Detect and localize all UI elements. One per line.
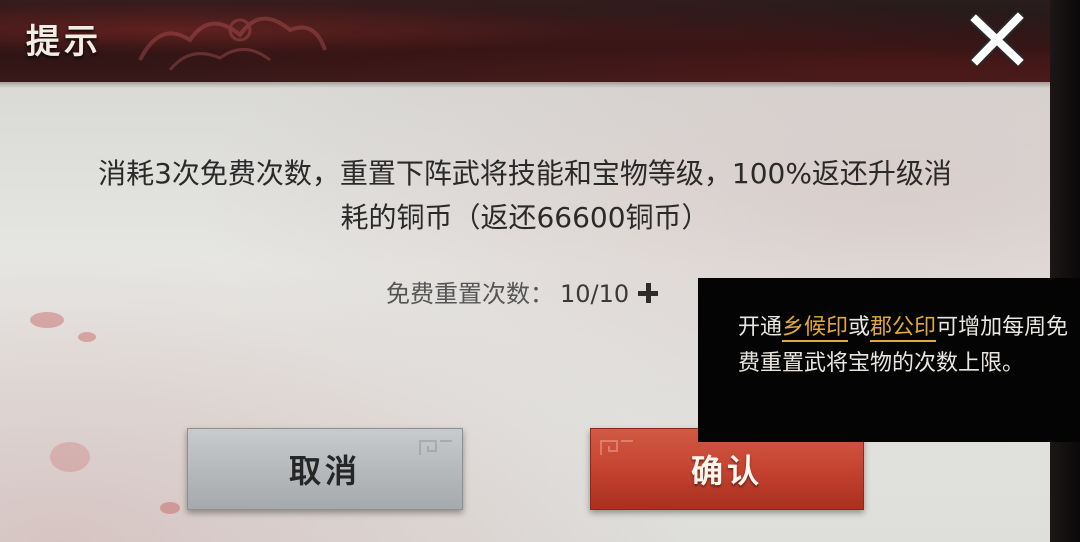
confirm-label: 确认 [690, 452, 763, 490]
privilege-tooltip: 开通乡候印或郡公印可增加每周免费重置武将宝物的次数上限。 [698, 278, 1080, 442]
tooltip-link-jungongyin[interactable]: 郡公印 [870, 315, 937, 342]
tooltip-prefix: 开通 [738, 315, 783, 340]
dialog-header: 提示 [0, 0, 1050, 82]
free-reset-row: 免费重置次数： 10/10 [386, 274, 659, 309]
tooltip-link-xianghouyin[interactable]: 乡候印 [782, 315, 849, 342]
petal-decoration [160, 502, 180, 514]
message-line-1: 消耗3次免费次数，重置下阵武将技能和宝物等级，100%返还升级消 [98, 157, 952, 190]
pattern-icon [600, 440, 633, 455]
message-line-2: 耗的铜币（返还66600铜币） [340, 201, 710, 234]
petal-decoration [30, 312, 64, 328]
plus-icon[interactable] [637, 282, 659, 304]
close-icon [970, 12, 1024, 66]
cancel-button[interactable]: 取消 [187, 428, 463, 510]
message-text: 消耗3次免费次数，重置下阵武将技能和宝物等级，100%返还升级消 耗的铜币（返还… [20, 152, 1030, 240]
free-reset-label: 免费重置次数： [386, 280, 554, 308]
pattern-icon [419, 440, 452, 455]
cloud-ornament-icon [138, 16, 327, 71]
free-reset-count: 10/10 [560, 280, 630, 308]
backdrop [1050, 0, 1080, 542]
cancel-label: 取消 [288, 452, 361, 490]
dialog-title: 提示 [26, 22, 102, 62]
petal-decoration [50, 442, 90, 472]
petal-decoration [78, 332, 96, 342]
close-button[interactable] [968, 10, 1026, 68]
tooltip-middle: 或 [848, 315, 871, 340]
